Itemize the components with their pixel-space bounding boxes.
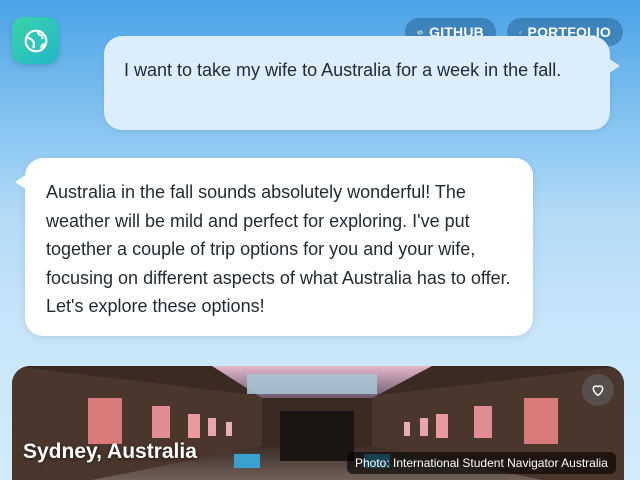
app-logo[interactable]	[12, 17, 59, 64]
photo-credit: Photo: International Student Navigator A…	[347, 452, 616, 474]
assistant-message-text: Australia in the fall sounds absolutely …	[46, 182, 511, 316]
destination-title: Sydney, Australia	[23, 440, 197, 463]
globe-icon	[24, 29, 47, 52]
heart-icon	[592, 385, 604, 397]
user-message: I want to take my wife to Australia for …	[104, 36, 620, 130]
destination-card[interactable]: Sydney, Australia Photo: International S…	[12, 366, 624, 480]
user-message-text: I want to take my wife to Australia for …	[124, 60, 562, 80]
assistant-message: Australia in the fall sounds absolutely …	[15, 158, 533, 336]
favorite-button[interactable]	[582, 374, 614, 406]
